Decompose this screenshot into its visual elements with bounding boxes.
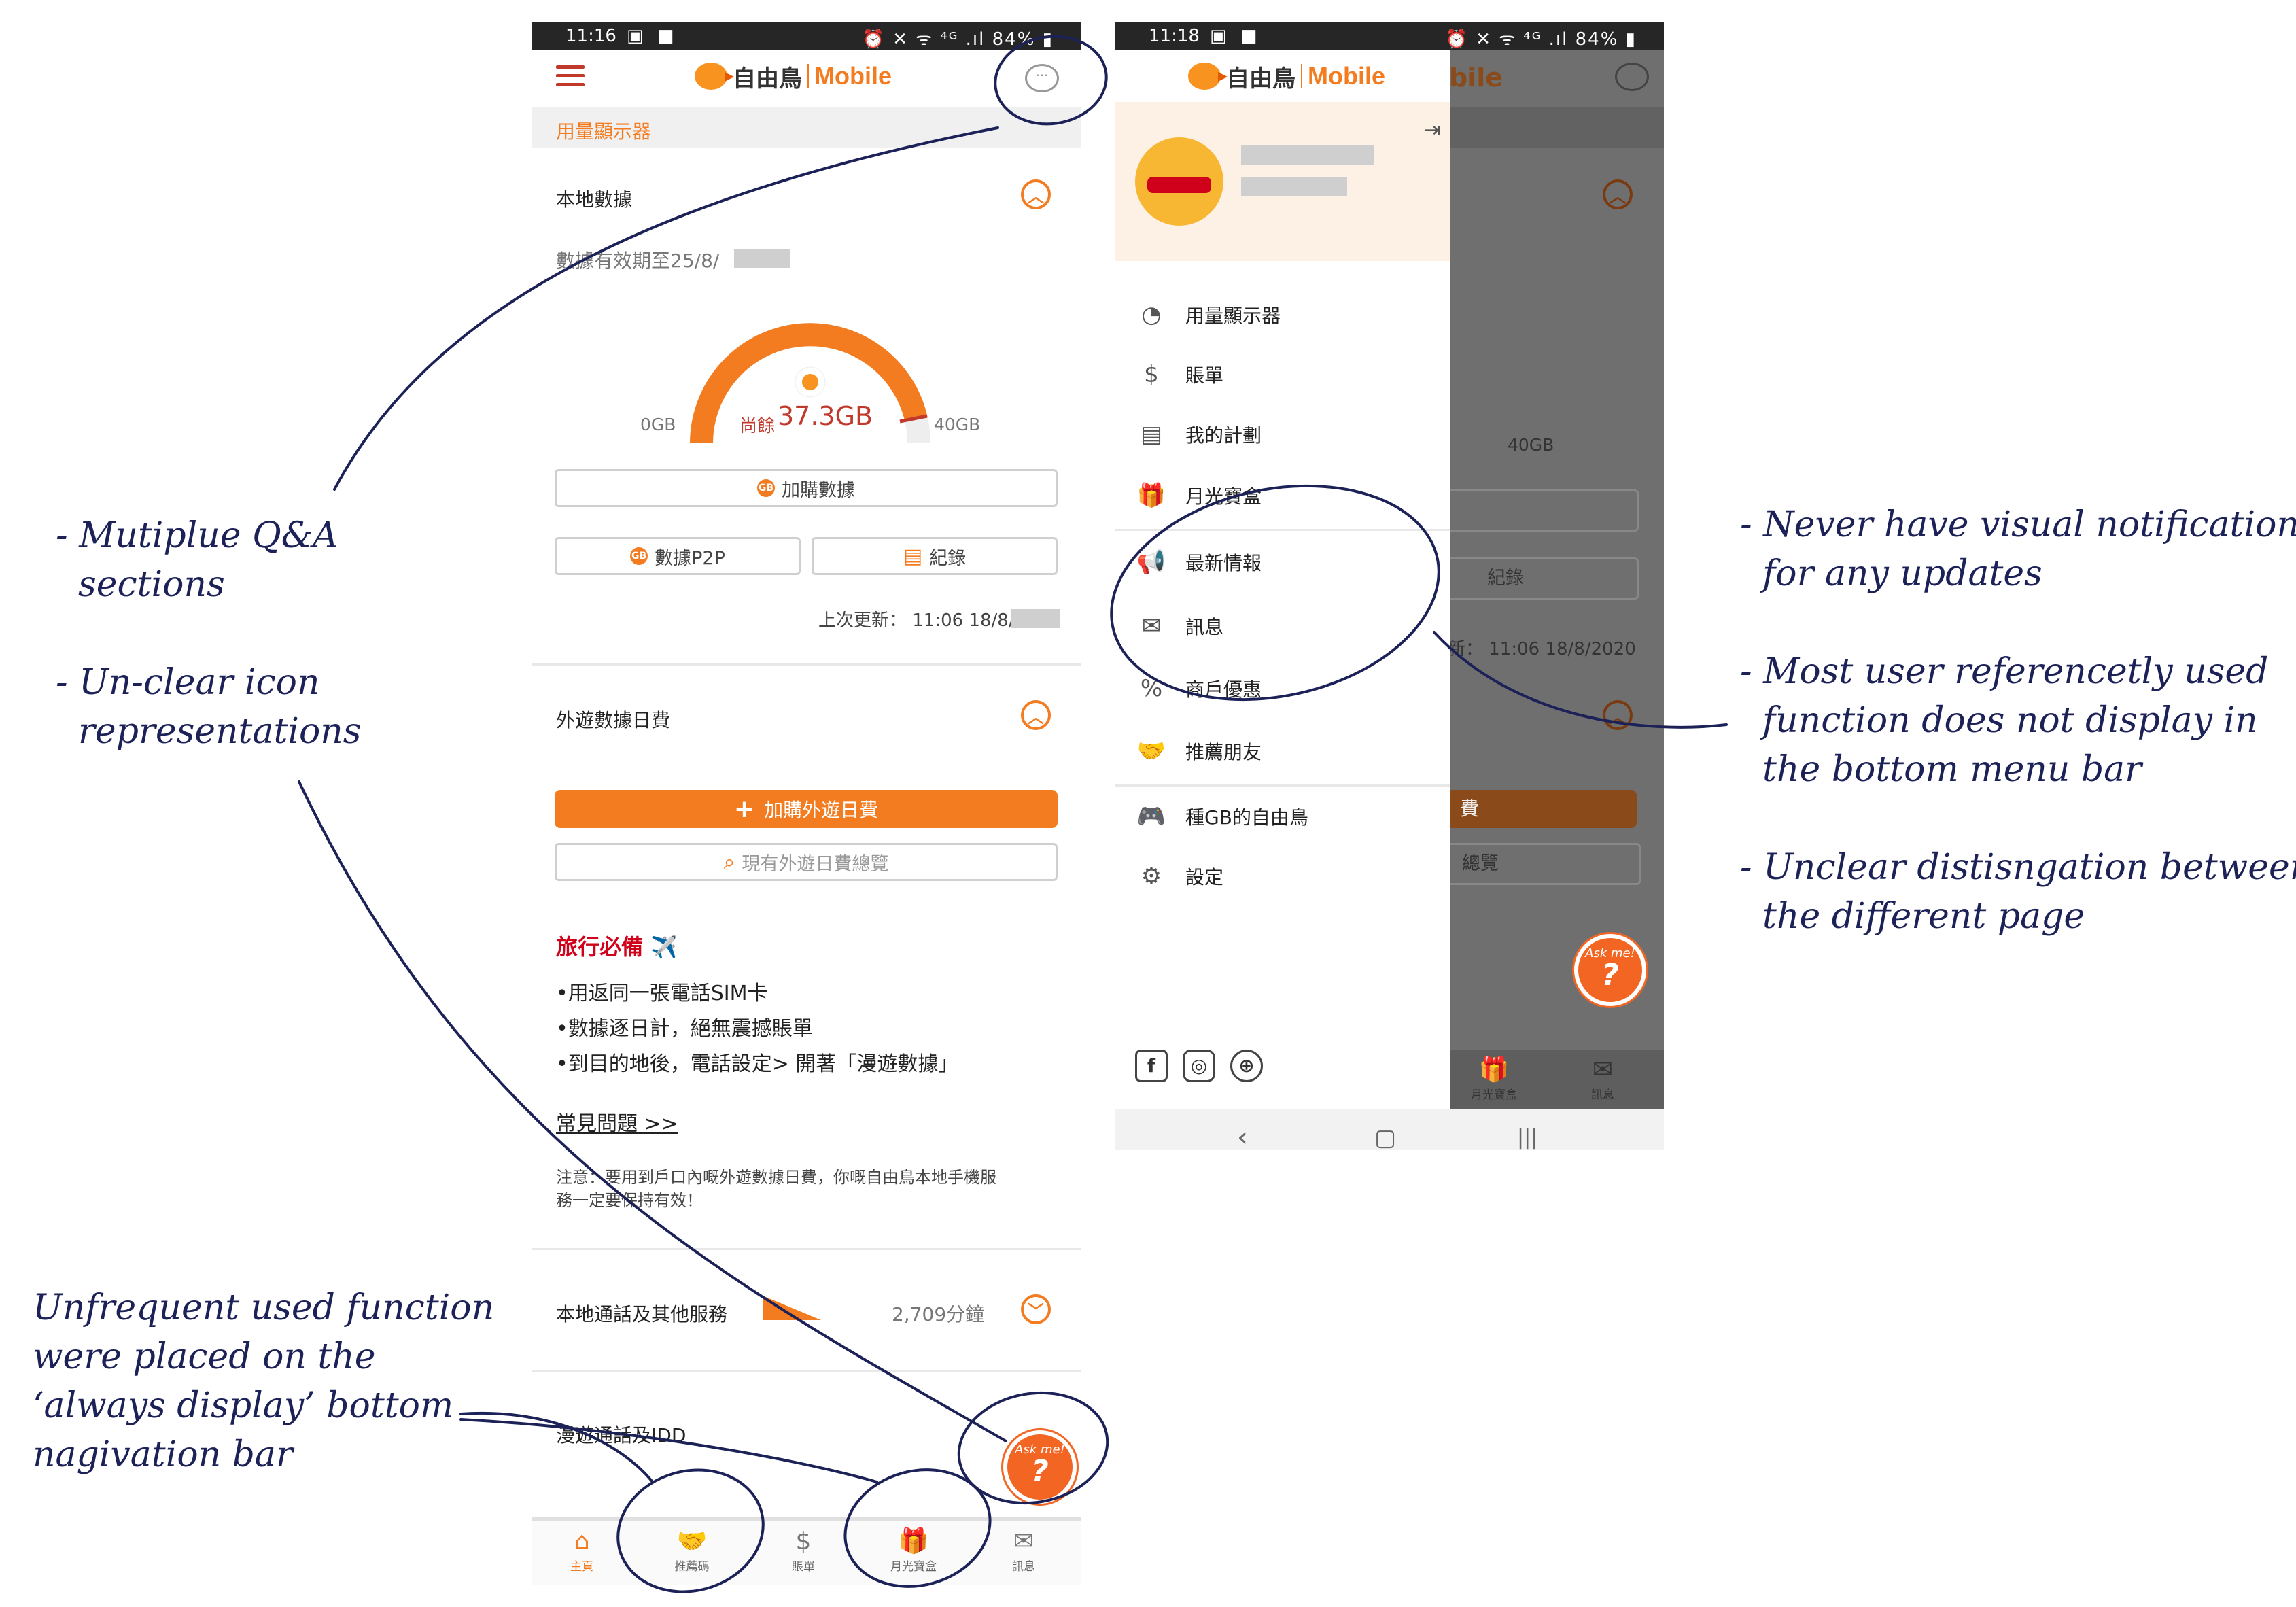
annotation-notifications: - Never have visual notification for any… (1740, 504, 2296, 594)
highlight-circle-chat (994, 35, 1108, 126)
connector-line-nav-2 (459, 1418, 878, 1483)
annotation-icons: - Un-clear icon representations (56, 662, 362, 752)
highlight-circle-askme (957, 1391, 1109, 1505)
connector-line-qa (333, 126, 999, 491)
annotation-qa: - Mutiplue Q&A sections (56, 515, 338, 605)
connector-line-drawer (1433, 631, 1728, 729)
annotation-page-distinction: - Unclear distisngation between the diff… (1740, 847, 2296, 937)
highlight-circle-drawer (1110, 484, 1440, 702)
annotation-bottom-nav: Unfrequent used function were placed on … (33, 1288, 495, 1475)
highlight-circle-referral (616, 1468, 765, 1593)
annotation-frequent-function: - Most user referencetly used function d… (1740, 651, 2269, 790)
